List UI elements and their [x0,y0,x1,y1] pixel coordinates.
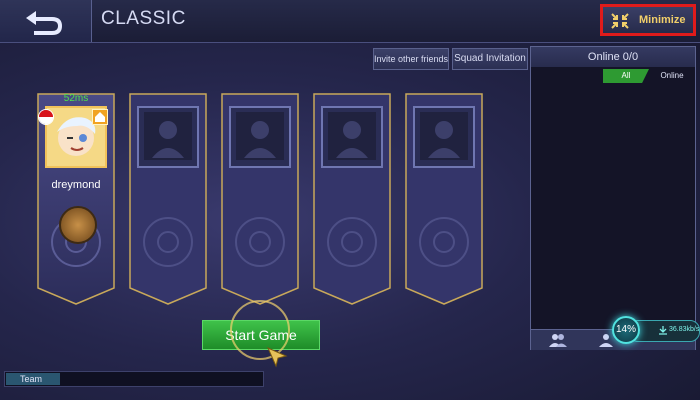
player-name: dreymond [51,179,101,191]
invite-friends-button[interactable]: Invite other friends [373,48,449,70]
mode-title: CLASSIC [101,8,186,29]
silhouette-icon [144,112,192,160]
squad-invitation-button[interactable]: Squad Invitation [452,48,528,70]
cursor-arrow-icon [267,347,288,368]
player-slot-2[interactable] [128,92,208,306]
silhouette-icon [328,112,376,160]
online-filter-tabs: All Online [603,69,693,83]
top-bar: CLASSIC Minimize [0,0,700,43]
empty-avatar-slot [321,106,383,168]
back-button[interactable] [0,0,92,42]
start-game-button[interactable]: Start Game [202,320,320,350]
region-flag-icon [38,109,54,125]
empty-avatar-slot [229,106,291,168]
chat-bar[interactable]: Team [4,371,264,387]
tab-online[interactable]: Online [651,69,693,83]
download-icon [659,326,667,335]
silhouette-icon [236,112,284,160]
player-slot-5[interactable] [404,92,484,306]
empty-avatar-slot [137,106,199,168]
rank-emblem-icon [59,206,97,244]
online-friends-panel: Online 0/0 All Online [530,46,696,350]
player-slot-1[interactable]: 52ms dreymond [36,92,116,306]
player-slot-4[interactable] [312,92,392,306]
ping-value: 52ms [63,93,89,104]
minimize-label: Minimize [639,14,686,26]
network-speed: 36.83kb/s [669,326,700,333]
friends-button[interactable] [535,330,581,350]
player-slot-3[interactable] [220,92,300,306]
friends-icon [549,334,567,347]
tab-all[interactable]: All [603,69,649,83]
silhouette-icon [420,112,468,160]
game-lobby-screen: CLASSIC Minimize Invite other friends Sq… [0,0,700,400]
minimize-arrows-icon [611,13,629,29]
home-icon [92,109,108,125]
online-count-title: Online 0/0 [531,47,695,67]
back-arrow-icon [26,11,62,35]
team-channel-tab[interactable]: Team [6,373,60,385]
empty-avatar-slot [413,106,475,168]
network-percent: 14% [612,316,640,344]
minimize-button[interactable]: Minimize [600,4,696,36]
network-status[interactable]: 36.83kb/s 14% [612,316,700,344]
